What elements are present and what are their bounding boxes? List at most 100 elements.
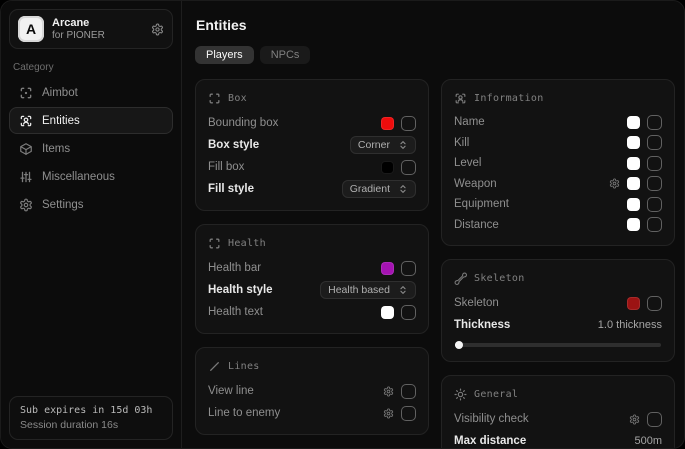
brand-subtitle: for PIONER: [52, 30, 143, 42]
sidebar-nav: Aimbot Entities Items Miscellaneous Sett…: [9, 79, 173, 218]
brand-text: Arcane for PIONER: [52, 17, 143, 41]
row-health-bar: Health bar: [208, 257, 416, 279]
slider-thumb[interactable]: [455, 341, 463, 349]
sidebar-item-label: Items: [42, 143, 70, 155]
row-label: Visibility check: [454, 413, 529, 425]
row-fill-box: Fill box: [208, 156, 416, 178]
row-health-text: Health text: [208, 301, 416, 323]
sidebar-item-label: Miscellaneous: [42, 171, 115, 183]
distance-checkbox[interactable]: [647, 217, 662, 232]
row-label: Level: [454, 157, 482, 169]
gear-icon[interactable]: [609, 178, 620, 189]
gear-icon: [19, 198, 33, 212]
brand-card: A Arcane for PIONER: [9, 9, 173, 49]
health-text-checkbox[interactable]: [401, 305, 416, 320]
sliders-icon: [19, 170, 33, 184]
tab-npcs[interactable]: NPCs: [260, 46, 311, 64]
view-line-checkbox[interactable]: [401, 384, 416, 399]
skeleton-checkbox[interactable]: [647, 296, 662, 311]
panel-title: Skeleton: [474, 273, 525, 284]
fill-style-dropdown[interactable]: Gradient: [342, 180, 416, 198]
panel-skeleton-header: Skeleton: [454, 269, 662, 287]
row-label: Skeleton: [454, 297, 499, 309]
row-health-style: Health style Health based: [208, 279, 416, 301]
color-swatch[interactable]: [381, 161, 394, 174]
row-thickness: Thickness 1.0 thickness: [454, 314, 662, 336]
panel-information: Information Name Kill: [441, 79, 675, 246]
fill-box-checkbox[interactable]: [401, 160, 416, 175]
sun-icon: [454, 388, 467, 401]
app-logo: A: [18, 16, 44, 42]
category-label: Category: [13, 62, 169, 73]
left-column: Box Bounding box Box style Corner: [195, 79, 429, 448]
line-to-enemy-checkbox[interactable]: [401, 406, 416, 421]
equipment-checkbox[interactable]: [647, 197, 662, 212]
dropdown-value: Corner: [358, 139, 390, 151]
panel-general: General Visibility check Max distance 50…: [441, 375, 675, 448]
row-label: Equipment: [454, 198, 509, 210]
row-box-style: Box style Corner: [208, 134, 416, 156]
color-swatch[interactable]: [627, 136, 640, 149]
name-checkbox[interactable]: [647, 115, 662, 130]
row-weapon: Weapon: [454, 174, 662, 195]
sidebar-item-label: Settings: [42, 199, 84, 211]
health-bar-checkbox[interactable]: [401, 261, 416, 276]
sidebar-item-settings[interactable]: Settings: [9, 191, 173, 218]
row-line-to-enemy: Line to enemy: [208, 402, 416, 424]
color-swatch[interactable]: [627, 218, 640, 231]
gear-icon[interactable]: [629, 414, 640, 425]
color-swatch[interactable]: [627, 157, 640, 170]
gear-icon[interactable]: [383, 408, 394, 419]
main-content: Entities Players NPCs Box Bounding box: [182, 1, 684, 448]
sidebar-item-miscellaneous[interactable]: Miscellaneous: [9, 163, 173, 190]
row-label: Thickness: [454, 319, 510, 331]
row-skeleton: Skeleton: [454, 292, 662, 314]
row-label: Name: [454, 116, 485, 128]
panel-title: Information: [474, 93, 544, 104]
color-swatch[interactable]: [627, 198, 640, 211]
color-swatch[interactable]: [627, 297, 640, 310]
user-scan-icon: [19, 114, 33, 128]
kill-checkbox[interactable]: [647, 135, 662, 150]
panel-lines: Lines View line Line to enemy: [195, 347, 429, 435]
row-label: Weapon: [454, 178, 497, 190]
color-swatch[interactable]: [381, 262, 394, 275]
diagonal-line-icon: [208, 360, 221, 373]
unfold-icon: [398, 140, 408, 150]
sidebar-item-entities[interactable]: Entities: [9, 107, 173, 134]
visibility-check-checkbox[interactable]: [647, 412, 662, 427]
row-label: Health text: [208, 306, 263, 318]
row-label: Distance: [454, 219, 499, 231]
panel-health-header: Health: [208, 234, 416, 252]
max-distance-value: 500m: [634, 435, 662, 447]
row-view-line: View line: [208, 380, 416, 402]
panel-title: Lines: [228, 361, 260, 372]
sidebar-item-label: Entities: [42, 115, 80, 127]
row-max-distance: Max distance 500m: [454, 430, 662, 448]
color-swatch[interactable]: [627, 116, 640, 129]
row-label: Health style: [208, 284, 273, 296]
level-checkbox[interactable]: [647, 156, 662, 171]
thickness-slider[interactable]: [455, 343, 661, 347]
bounding-box-checkbox[interactable]: [401, 116, 416, 131]
row-label: View line: [208, 385, 254, 397]
health-style-dropdown[interactable]: Health based: [320, 281, 416, 299]
gear-icon[interactable]: [151, 23, 164, 36]
color-swatch[interactable]: [381, 306, 394, 319]
gear-icon[interactable]: [383, 386, 394, 397]
color-swatch[interactable]: [381, 117, 394, 130]
panel-information-header: Information: [454, 89, 662, 107]
sidebar-item-items[interactable]: Items: [9, 135, 173, 162]
weapon-checkbox[interactable]: [647, 176, 662, 191]
box-style-dropdown[interactable]: Corner: [350, 136, 416, 154]
row-label: Box style: [208, 139, 259, 151]
sidebar: A Arcane for PIONER Category Aimbot Enti…: [1, 1, 182, 448]
tab-players[interactable]: Players: [195, 46, 254, 64]
color-swatch[interactable]: [627, 177, 640, 190]
row-label: Fill box: [208, 161, 244, 173]
session-duration-text: Session duration 16s: [20, 419, 162, 431]
panel-health: Health Health bar Health style Health ba…: [195, 224, 429, 334]
row-label: Health bar: [208, 262, 261, 274]
package-icon: [19, 142, 33, 156]
sidebar-item-aimbot[interactable]: Aimbot: [9, 79, 173, 106]
